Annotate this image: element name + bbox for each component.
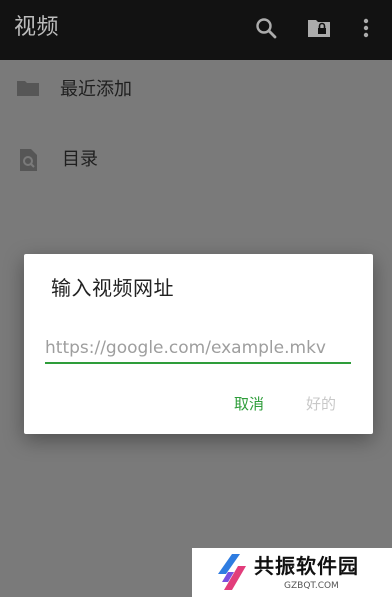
cancel-button[interactable]: 取消 [230,390,268,418]
overflow-menu-icon[interactable] [360,14,372,42]
ok-button[interactable]: 好的 [302,390,340,418]
list-item-recently-added[interactable]: 最近添加 [0,62,392,118]
list-item-directory[interactable]: 目录 [0,132,392,188]
folder-icon [16,78,44,102]
watermark-domain: GZBQT.COM [284,581,339,591]
list-item-label: 目录 [62,149,98,170]
dialog-title: 输入视频网址 [51,276,174,300]
input-underline [45,362,351,364]
folder-lock-icon[interactable] [305,14,333,42]
watermark: 共振软件园 GZBQT.COM [192,548,392,597]
file-search-icon [18,148,46,172]
app-title: 视频 [14,15,60,40]
app-bar: 视频 [0,0,392,60]
watermark-name: 共振软件园 [254,554,359,578]
search-icon[interactable] [252,14,280,42]
list-item-label: 最近添加 [60,79,132,100]
url-input[interactable] [45,332,351,364]
url-input-dialog: 输入视频网址 取消 好的 [24,254,373,434]
watermark-logo-icon [214,552,250,596]
